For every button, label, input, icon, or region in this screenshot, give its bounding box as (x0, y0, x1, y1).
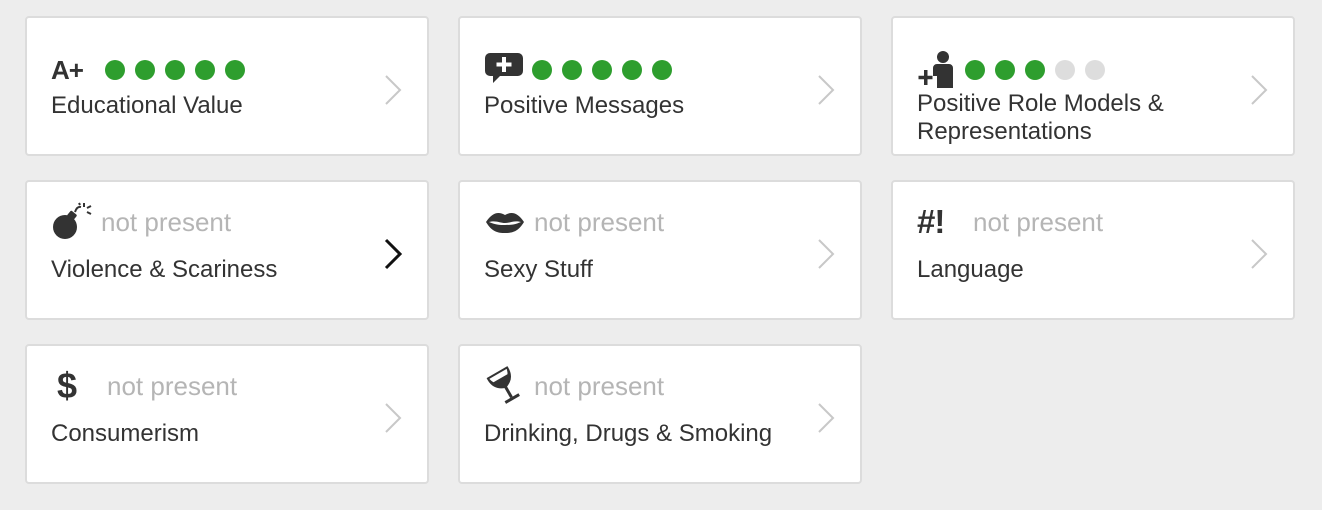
status-row: not present (484, 366, 664, 406)
status-text: not present (973, 206, 1104, 237)
card-language[interactable]: #! not present Language (891, 180, 1295, 320)
rating-dot-filled (532, 60, 552, 80)
dollar-icon: $ (57, 365, 78, 406)
rating-dot-filled (652, 60, 672, 80)
card-consumerism[interactable]: $ not present Consumerism (25, 344, 429, 484)
chevron-right-icon (1249, 74, 1269, 106)
rating-dot-filled (225, 60, 245, 80)
card-label: Violence & Scariness (51, 256, 278, 283)
status-row: not present (484, 202, 664, 242)
status-row: $ not present (51, 365, 238, 406)
chevron-right-icon (383, 402, 403, 434)
rating-dot-filled (1025, 60, 1045, 80)
rating-dot-filled (562, 60, 582, 80)
status-text: not present (107, 370, 238, 401)
rating-dot-filled (105, 60, 125, 80)
card-label: Language (917, 256, 1024, 283)
chevron-right-icon (816, 74, 836, 106)
wine-glass-icon (484, 366, 528, 406)
rating-dot-filled (622, 60, 642, 80)
chevron-right-icon (1249, 238, 1269, 270)
rating-dot-filled (195, 60, 215, 80)
status-text: not present (101, 206, 232, 237)
rating-dots (532, 60, 672, 80)
rating-dot-empty (1055, 60, 1075, 80)
rating-dots (965, 60, 1105, 80)
rating-dot-filled (965, 60, 985, 80)
rating-dot-empty (1085, 60, 1105, 80)
chevron-right-icon (816, 238, 836, 270)
status-row: not present (51, 202, 231, 242)
card-label: Consumerism (51, 420, 200, 447)
a-plus-icon: A+ (51, 54, 84, 85)
rating-dot-filled (135, 60, 155, 80)
chevron-right-icon (383, 74, 403, 106)
status-text: not present (534, 206, 665, 237)
card-label: Sexy Stuff (484, 256, 593, 283)
hash-exclaim-icon: #! (917, 203, 945, 240)
rating-dot-filled (165, 60, 185, 80)
chevron-right-icon (816, 402, 836, 434)
rating-dot-filled (592, 60, 612, 80)
role-model-plus-icon (917, 50, 961, 90)
bomb-icon (51, 202, 95, 242)
rating-dots (105, 60, 245, 80)
card-positive-role-models[interactable]: Positive Role Models & Representations (891, 16, 1295, 156)
speech-bubble-plus-icon (484, 50, 528, 90)
card-label: Educational Value (51, 92, 243, 119)
chevron-right-icon (383, 238, 403, 270)
card-label: Positive Role Models & Representations (917, 90, 1164, 145)
card-educational-value[interactable]: A+ Educational Value (25, 16, 429, 156)
rating-row (484, 50, 672, 90)
card-drinking-drugs-smoking[interactable]: not present Drinking, Drugs & Smoking (458, 344, 862, 484)
card-label: Positive Messages (484, 92, 685, 119)
card-label: Drinking, Drugs & Smoking (484, 420, 773, 447)
rating-row (917, 50, 1105, 90)
card-sexy-stuff[interactable]: not present Sexy Stuff (458, 180, 862, 320)
card-violence-scariness[interactable]: not present Violence & Scariness (25, 180, 429, 320)
lips-icon (484, 202, 528, 242)
rating-dot-filled (995, 60, 1015, 80)
rating-row: A+ (51, 50, 245, 90)
status-text: not present (534, 370, 665, 401)
status-row: #! not present (917, 202, 1103, 242)
card-positive-messages[interactable]: Positive Messages (458, 16, 862, 156)
